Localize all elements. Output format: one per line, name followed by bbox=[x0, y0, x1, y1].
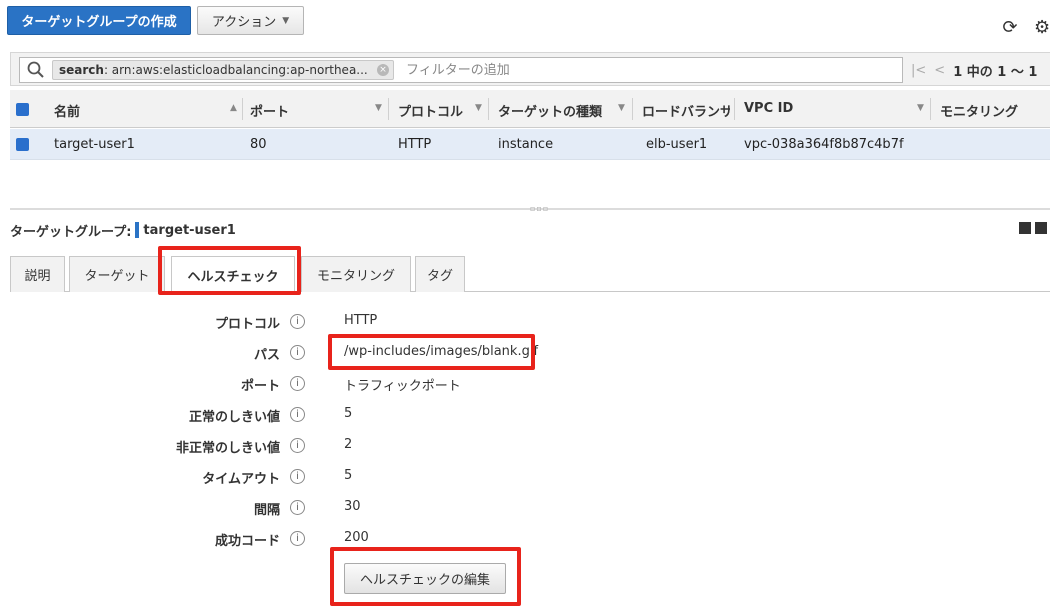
sort-icon[interactable]: ▼ bbox=[618, 103, 625, 113]
cell-port: 80 bbox=[250, 137, 267, 152]
select-all-checkbox[interactable] bbox=[16, 103, 29, 116]
value-path: /wp-includes/images/blank.gif bbox=[344, 344, 539, 359]
value-interval: 30 bbox=[344, 499, 361, 514]
toolbar: ターゲットグループの作成 アクション ▼ ⟳ ⚙ bbox=[0, 0, 1050, 44]
label-healthy-threshold: 正常のしきい値 bbox=[188, 410, 280, 425]
panel-controls bbox=[1019, 222, 1047, 234]
detail-tabs: 説明 ターゲット ヘルスチェック モニタリング タグ bbox=[10, 256, 1050, 293]
search-token[interactable]: search: arn:aws:elasticloadbalancing:ap-… bbox=[52, 60, 394, 80]
detail-title-prefix: ターゲットグループ: bbox=[10, 224, 132, 240]
column-header-monitoring[interactable]: モニタリング bbox=[940, 101, 1032, 120]
column-header-protocol[interactable]: プロトコル bbox=[398, 101, 463, 120]
search-token-value: : arn:aws:elasticloadbalancing:ap-northe… bbox=[103, 63, 368, 77]
value-timeout: 5 bbox=[344, 468, 353, 483]
info-icon[interactable]: i bbox=[290, 407, 305, 422]
label-success-codes: 成功コード bbox=[214, 534, 280, 549]
column-divider bbox=[488, 98, 489, 120]
edit-health-check-button[interactable]: ヘルスチェックの編集 bbox=[344, 563, 506, 594]
info-icon[interactable]: i bbox=[290, 438, 305, 453]
column-divider bbox=[734, 98, 735, 120]
label-interval: 間隔 bbox=[253, 503, 280, 518]
column-header-load-balancer[interactable]: ロードバランサー bbox=[642, 101, 730, 120]
info-icon[interactable]: i bbox=[290, 469, 305, 484]
value-healthy-threshold: 5 bbox=[344, 406, 353, 421]
row-checkbox[interactable] bbox=[16, 138, 29, 151]
minimize-panel-icon[interactable] bbox=[1019, 222, 1031, 234]
column-divider bbox=[930, 98, 931, 120]
cell-vpc-id: vpc-038a364f8b87c4b7f bbox=[744, 137, 904, 152]
column-divider bbox=[388, 98, 389, 120]
search-icon bbox=[27, 61, 44, 78]
maximize-panel-icon[interactable] bbox=[1035, 222, 1047, 234]
column-header-name[interactable]: 名前 bbox=[54, 101, 80, 120]
value-protocol: HTTP bbox=[344, 313, 378, 328]
cell-target-type: instance bbox=[498, 137, 554, 152]
close-icon[interactable]: × bbox=[377, 64, 389, 76]
table-header: 名前 ▲ ポート ▼ プロトコル ▼ ターゲットの種類 ▼ ロードバランサー V… bbox=[10, 90, 1050, 128]
tab-tags[interactable]: タグ bbox=[415, 256, 465, 292]
info-icon[interactable]: i bbox=[290, 531, 305, 546]
label-port: ポート bbox=[240, 379, 280, 394]
cell-protocol: HTTP bbox=[398, 137, 432, 152]
detail-title-name: target-user1 bbox=[143, 222, 236, 238]
resize-handle[interactable]: ▫▫▫ bbox=[530, 204, 549, 213]
label-path: パス bbox=[253, 348, 280, 363]
sort-icon[interactable]: ▼ bbox=[375, 103, 382, 113]
add-filter-input[interactable] bbox=[404, 61, 884, 79]
info-icon[interactable]: i bbox=[290, 345, 305, 360]
sort-icon[interactable]: ▼ bbox=[917, 103, 924, 113]
tab-targets[interactable]: ターゲット bbox=[69, 256, 165, 292]
search-box[interactable]: search: arn:aws:elasticloadbalancing:ap-… bbox=[19, 57, 903, 83]
column-header-port[interactable]: ポート bbox=[250, 101, 289, 120]
label-timeout: タイムアウト bbox=[202, 472, 280, 487]
sort-asc-icon[interactable]: ▲ bbox=[230, 103, 237, 113]
table-row[interactable]: target-user1 80 HTTP instance elb-user1 … bbox=[10, 129, 1050, 160]
column-divider bbox=[632, 98, 633, 120]
column-header-vpc-id[interactable]: VPC ID bbox=[744, 101, 793, 116]
refresh-icon[interactable]: ⟳ bbox=[1000, 18, 1020, 38]
first-page-icon[interactable]: |< bbox=[911, 63, 926, 78]
title-accent-bar bbox=[135, 222, 140, 238]
label-unhealthy-threshold: 非正常のしきい値 bbox=[175, 441, 280, 456]
prev-page-icon[interactable]: < bbox=[934, 63, 945, 78]
value-unhealthy-threshold: 2 bbox=[344, 437, 353, 452]
info-icon[interactable]: i bbox=[290, 314, 305, 329]
sort-icon[interactable]: ▼ bbox=[475, 103, 482, 113]
actions-button[interactable]: アクション ▼ bbox=[197, 6, 304, 35]
info-icon[interactable]: i bbox=[290, 376, 305, 391]
cell-name: target-user1 bbox=[54, 137, 135, 152]
info-icon[interactable]: i bbox=[290, 500, 305, 515]
gear-icon[interactable]: ⚙ bbox=[1034, 18, 1050, 38]
tab-monitoring[interactable]: モニタリング bbox=[301, 256, 411, 292]
label-protocol: プロトコル bbox=[214, 317, 280, 332]
chevron-down-icon: ▼ bbox=[282, 15, 290, 26]
value-port: トラフィックポート bbox=[344, 379, 461, 394]
search-token-key: search bbox=[59, 63, 104, 77]
column-header-target-type[interactable]: ターゲットの種類 bbox=[498, 101, 602, 120]
detail-title: ターゲットグループ: target-user1 bbox=[10, 220, 236, 240]
filter-bar: search: arn:aws:elasticloadbalancing:ap-… bbox=[10, 52, 1050, 86]
tab-health-check[interactable]: ヘルスチェック bbox=[171, 256, 295, 293]
pagination: |< < 1 中の 1 ～ 1 bbox=[911, 61, 1037, 80]
tab-description[interactable]: 説明 bbox=[10, 256, 65, 292]
value-success-codes: 200 bbox=[344, 530, 369, 545]
pager-text: 1 中の 1 ～ 1 bbox=[953, 65, 1038, 80]
cell-load-balancer: elb-user1 bbox=[646, 137, 708, 152]
actions-label: アクション bbox=[211, 15, 277, 30]
create-target-group-button[interactable]: ターゲットグループの作成 bbox=[7, 6, 191, 35]
column-divider bbox=[242, 98, 243, 120]
